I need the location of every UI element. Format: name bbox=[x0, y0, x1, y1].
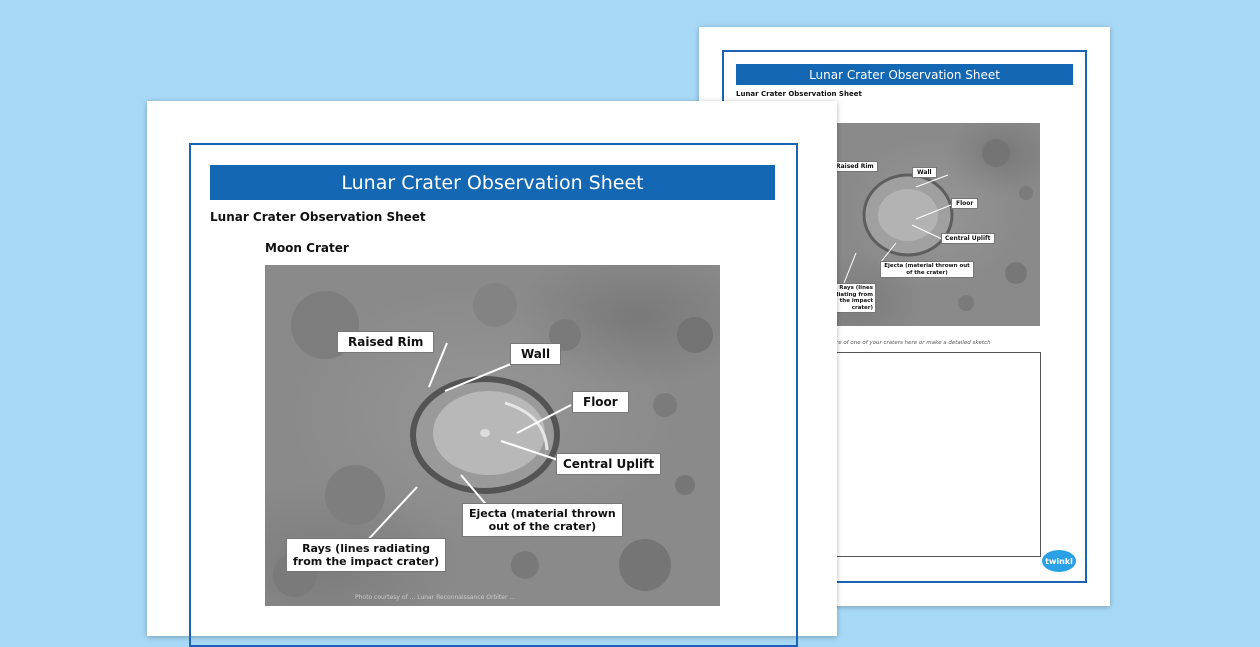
back-sketch-instruction: ...picture of one of your craters here o… bbox=[817, 340, 991, 346]
back-sketch-box bbox=[836, 352, 1041, 557]
label-ejecta: Ejecta (material thrown out of the crate… bbox=[462, 503, 623, 538]
label-central-uplift: Central Uplift bbox=[556, 453, 662, 476]
label-ejecta-line2: out of the crater) bbox=[488, 520, 597, 534]
label-wall: Wall bbox=[510, 343, 562, 366]
back-label-central-uplift: Central Uplift bbox=[941, 233, 995, 245]
back-sheet-subtitle: Lunar Crater Observation Sheet bbox=[736, 90, 862, 98]
front-sheet-banner: Lunar Crater Observation Sheet bbox=[210, 165, 775, 200]
photo-credit: Photo courtesy of ... Lunar Reconnaissan… bbox=[355, 594, 516, 601]
front-banner-title: Lunar Crater Observation Sheet bbox=[341, 171, 644, 194]
label-ejecta-line1: Ejecta (material thrown bbox=[469, 507, 616, 520]
back-label-rays: Rays (lines radiating from the impact cr… bbox=[836, 283, 876, 314]
label-rays-line1: Rays (lines radiating bbox=[302, 542, 431, 555]
back-label-wall: Wall bbox=[912, 167, 937, 179]
label-raised-rim: Raised Rim bbox=[337, 331, 435, 354]
front-sheet-subtitle: Lunar Crater Observation Sheet bbox=[210, 210, 426, 224]
back-label-floor: Floor bbox=[951, 198, 979, 210]
front-worksheet: Lunar Crater Observation Sheet Lunar Cra… bbox=[147, 101, 837, 647]
twinkl-logo: twinkl bbox=[1042, 550, 1076, 572]
back-banner-title: Lunar Crater Observation Sheet bbox=[809, 67, 1000, 82]
label-floor: Floor bbox=[572, 391, 629, 414]
image-heading: Moon Crater bbox=[265, 241, 349, 255]
back-label-ejecta: Ejecta (material thrown out of the crate… bbox=[880, 261, 974, 279]
label-rays: Rays (lines radiating from the impact cr… bbox=[286, 538, 447, 573]
back-sheet-banner: Lunar Crater Observation Sheet bbox=[736, 64, 1073, 85]
label-rays-line2: from the impact crater) bbox=[293, 555, 440, 569]
back-crater-photo: Raised Rim Wall Floor Central Uplift Eje… bbox=[836, 123, 1040, 326]
front-crater-photo: Raised Rim Wall Floor Central Uplift Eje… bbox=[265, 265, 720, 606]
back-label-raised-rim: Raised Rim bbox=[836, 161, 878, 173]
